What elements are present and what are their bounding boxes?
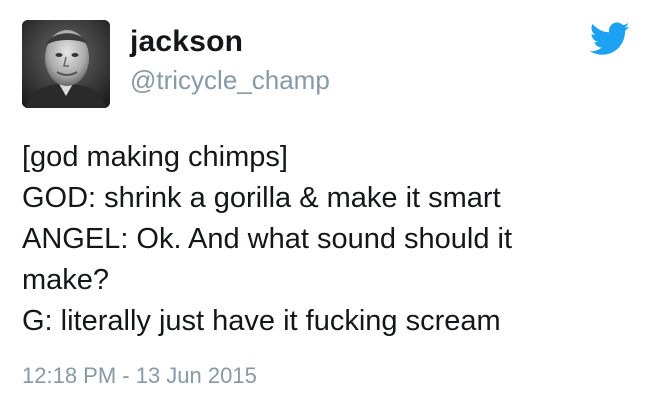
tweet-timestamp[interactable]: 12:18 PM - 13 Jun 2015 (22, 363, 257, 389)
tweet-card: jackson @tricycle_champ [god making chim… (0, 0, 650, 401)
tweet-line: ANGEL: Ok. And what sound should it (22, 223, 513, 255)
user-handle[interactable]: @tricycle_champ (130, 65, 330, 96)
tweet-line: G: literally just have it fucking scream (22, 305, 501, 337)
tweet-text: [god making chimps] GOD: shrink a gorill… (22, 137, 632, 342)
profile-photo-icon (22, 20, 110, 108)
tweet-line: GOD: shrink a gorilla & make it smart (22, 182, 501, 214)
display-name[interactable]: jackson (130, 25, 243, 59)
twitter-bird-icon[interactable] (590, 22, 630, 56)
tweet-line: make? (22, 264, 110, 296)
tweet-line: [god making chimps] (22, 141, 288, 173)
avatar[interactable] (22, 20, 110, 108)
